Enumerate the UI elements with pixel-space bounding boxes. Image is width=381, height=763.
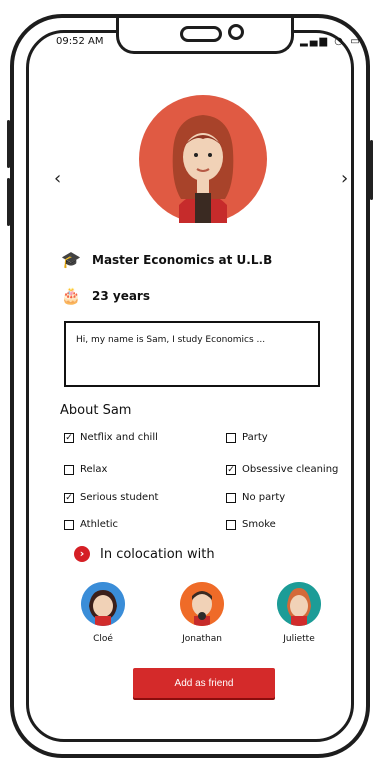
- checkbox-checked[interactable]: ✓: [226, 464, 236, 475]
- friend-cloe[interactable]: Cloé: [68, 582, 138, 644]
- option-label: No party: [242, 492, 286, 503]
- option-label: Relax: [80, 464, 108, 475]
- option-netflix-and-chill[interactable]: ✓ Netflix and chill: [64, 432, 158, 443]
- education-row: 🎓 Master Economics at U.L.B: [60, 250, 272, 269]
- prev-profile-arrow[interactable]: ‹: [54, 168, 61, 189]
- speaker-icon: [180, 26, 222, 42]
- camera-icon: [228, 24, 244, 40]
- friend-name: Jonathan: [182, 634, 222, 644]
- option-label: Netflix and chill: [80, 432, 158, 443]
- checkbox-unchecked[interactable]: [226, 519, 236, 530]
- friend-juliette[interactable]: Juliette: [264, 582, 334, 644]
- education-text: Master Economics at U.L.B: [92, 252, 273, 267]
- power-button[interactable]: [370, 140, 373, 200]
- option-label: Smoke: [242, 519, 276, 530]
- colocation-title: In colocation with: [100, 546, 215, 562]
- friend-avatar: [81, 582, 125, 626]
- age-row: 🎂 23 years: [60, 286, 150, 305]
- battery-icon: ▭: [350, 36, 362, 47]
- bio-field[interactable]: Hi, my name is Sam, I study Economics ..…: [64, 321, 320, 387]
- option-label: Serious student: [80, 492, 159, 503]
- friend-jonathan[interactable]: Jonathan: [167, 582, 237, 644]
- status-icons: ▂▄▆ ◔ ▭: [300, 36, 362, 47]
- age-text: 23 years: [92, 288, 150, 303]
- option-relax[interactable]: Relax: [64, 464, 107, 475]
- checkbox-checked[interactable]: ✓: [64, 492, 74, 503]
- wifi-icon: ◔: [334, 36, 345, 47]
- colocation-title-row: › In colocation with: [74, 546, 215, 562]
- checkbox-unchecked[interactable]: [226, 492, 236, 503]
- option-label: Obsessive cleaning: [242, 464, 339, 475]
- friend-avatar: [180, 582, 224, 626]
- status-time: 09:52 AM: [56, 36, 104, 47]
- birthday-cake-icon: 🎂: [61, 286, 81, 305]
- option-no-party[interactable]: No party: [226, 492, 285, 503]
- checkbox-checked[interactable]: ✓: [64, 432, 74, 443]
- checkbox-unchecked[interactable]: [64, 464, 74, 475]
- add-friend-button[interactable]: Add as friend: [133, 668, 275, 698]
- checkbox-unchecked[interactable]: [64, 519, 74, 530]
- option-smoke[interactable]: Smoke: [226, 519, 276, 530]
- friend-name: Juliette: [283, 634, 315, 644]
- next-profile-arrow[interactable]: ›: [341, 168, 348, 189]
- chevron-right-icon: ›: [74, 546, 90, 562]
- signal-icon: ▂▄▆: [300, 36, 330, 47]
- about-options: ✓ Netflix and chill Party Relax ✓ Obsess…: [64, 432, 364, 536]
- option-label: Athletic: [80, 519, 119, 530]
- option-party[interactable]: Party: [226, 432, 268, 443]
- option-athletic[interactable]: Athletic: [64, 519, 118, 530]
- option-obsessive-cleaning[interactable]: ✓ Obsessive cleaning: [226, 464, 338, 475]
- profile-avatar: [139, 95, 267, 223]
- about-title: About Sam: [60, 403, 132, 418]
- friend-avatar: [277, 582, 321, 626]
- option-label: Party: [242, 432, 268, 443]
- checkbox-unchecked[interactable]: [226, 432, 236, 443]
- friend-name: Cloé: [93, 634, 113, 644]
- graduation-cap-icon: 🎓: [61, 250, 81, 269]
- option-serious-student[interactable]: ✓ Serious student: [64, 492, 158, 503]
